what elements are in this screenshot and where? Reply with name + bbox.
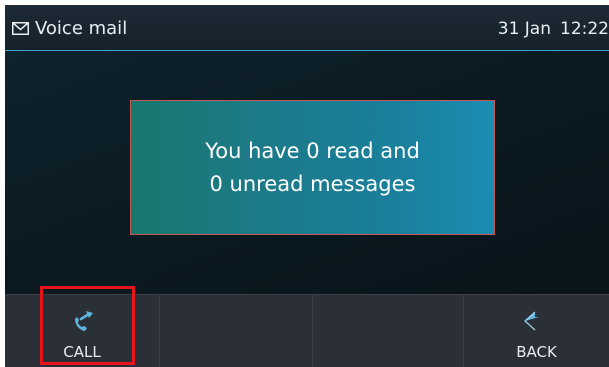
title-bar: Voice mail 31 Jan 12:22 bbox=[5, 5, 609, 51]
back-label: BACK bbox=[516, 343, 557, 361]
softkey-bar: CALL BACK bbox=[5, 294, 609, 367]
datetime: 31 Jan 12:22 bbox=[498, 19, 609, 39]
back-arrow-icon bbox=[523, 311, 539, 331]
back-softkey[interactable]: BACK bbox=[464, 295, 609, 367]
message-dialog: You have 0 read and 0 unread messages bbox=[130, 100, 495, 235]
softkey-empty-2[interactable] bbox=[160, 295, 313, 367]
time-label: 12:22 bbox=[560, 19, 609, 39]
dialog-line-2: 0 unread messages bbox=[209, 171, 416, 196]
title-group: Voice mail bbox=[12, 18, 127, 39]
call-softkey[interactable]: CALL bbox=[5, 295, 160, 367]
phone-screen: Voice mail 31 Jan 12:22 You have 0 read a… bbox=[5, 5, 609, 367]
date-label: 31 Jan bbox=[497, 19, 551, 39]
page-title: Voice mail bbox=[35, 18, 128, 39]
envelope-icon bbox=[12, 22, 29, 35]
softkey-empty-3[interactable] bbox=[313, 295, 464, 367]
call-label: CALL bbox=[63, 343, 101, 361]
call-icon bbox=[75, 311, 93, 331]
dialog-line-1: You have 0 read and bbox=[205, 138, 420, 163]
